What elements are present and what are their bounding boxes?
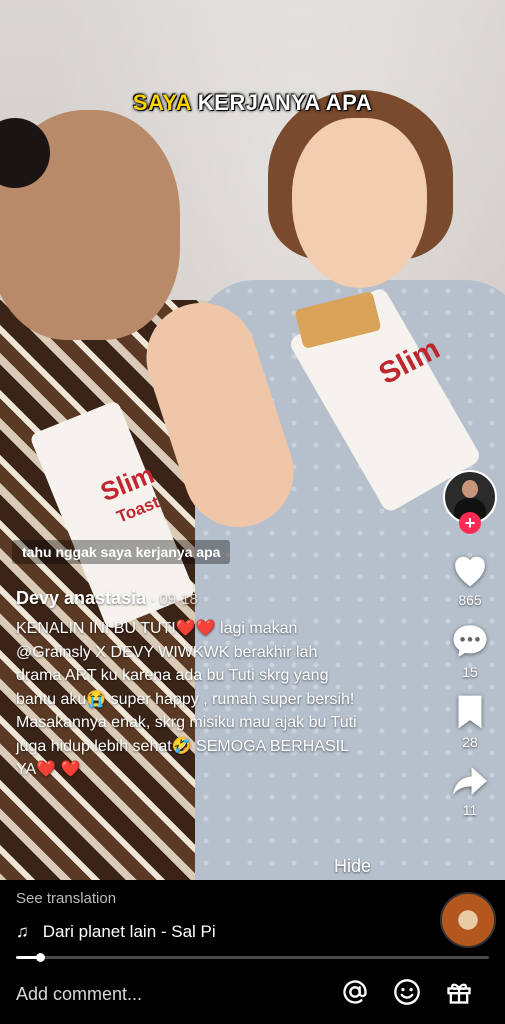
mention-icon[interactable]: [341, 978, 369, 1006]
bottom-panel: See translation ♫ Dari planet lain - Sal…: [0, 880, 505, 1024]
caption-highlight: SAYA: [132, 90, 192, 115]
like-count: 865: [458, 592, 482, 608]
share-button[interactable]: 11: [451, 764, 489, 818]
comment-count: 15: [462, 664, 478, 680]
author-name[interactable]: Devy anastasia: [16, 588, 146, 608]
avatar-head: [462, 480, 478, 498]
music-title: Dari planet lain - Sal Pi: [42, 922, 216, 941]
video-caption-overlay: SAYA KERJANYA APA: [0, 90, 505, 116]
music-note-icon: ♫: [16, 922, 29, 941]
like-button[interactable]: 865: [450, 552, 490, 608]
post-description: KENALIN INI BU TUTI❤️❤️ lagi makan @Grai…: [16, 620, 362, 778]
person-right-face: [292, 118, 427, 288]
heart-icon: [455, 556, 485, 587]
comment-actions: [341, 978, 473, 1006]
caption-rest: KERJANYA APA: [191, 90, 373, 115]
comment-button[interactable]: 15: [450, 622, 490, 680]
post-date: · 09-18: [146, 591, 198, 608]
follow-button[interactable]: +: [459, 512, 481, 534]
music-info[interactable]: ♫ Dari planet lain - Sal Pi: [16, 922, 243, 942]
comment-bubble-icon: [453, 625, 487, 657]
share-count: 11: [462, 802, 478, 818]
gift-icon[interactable]: [445, 978, 473, 1006]
progress-knob[interactable]: [35, 953, 45, 962]
post-info: Devy anastasia · 09-18 KENALIN INI BU TU…: [16, 588, 366, 782]
bookmark-icon: [458, 695, 482, 729]
author-line: Devy anastasia · 09-18: [16, 588, 366, 609]
music-disc-icon[interactable]: [440, 892, 496, 948]
emoji-icon[interactable]: [393, 978, 421, 1006]
comment-input[interactable]: Add comment...: [16, 984, 142, 1005]
share-arrow-icon: [453, 767, 487, 795]
playback-progress-bar[interactable]: [16, 953, 489, 962]
save-button[interactable]: 28: [455, 694, 485, 750]
video-subtitle: tahu nggak saya kerjanya apa: [12, 540, 231, 564]
action-sidebar: + 865 15 28 11: [435, 470, 505, 818]
hide-description-button[interactable]: Hide: [334, 856, 371, 877]
see-translation-link[interactable]: See translation: [16, 890, 116, 907]
save-count: 28: [462, 734, 478, 750]
